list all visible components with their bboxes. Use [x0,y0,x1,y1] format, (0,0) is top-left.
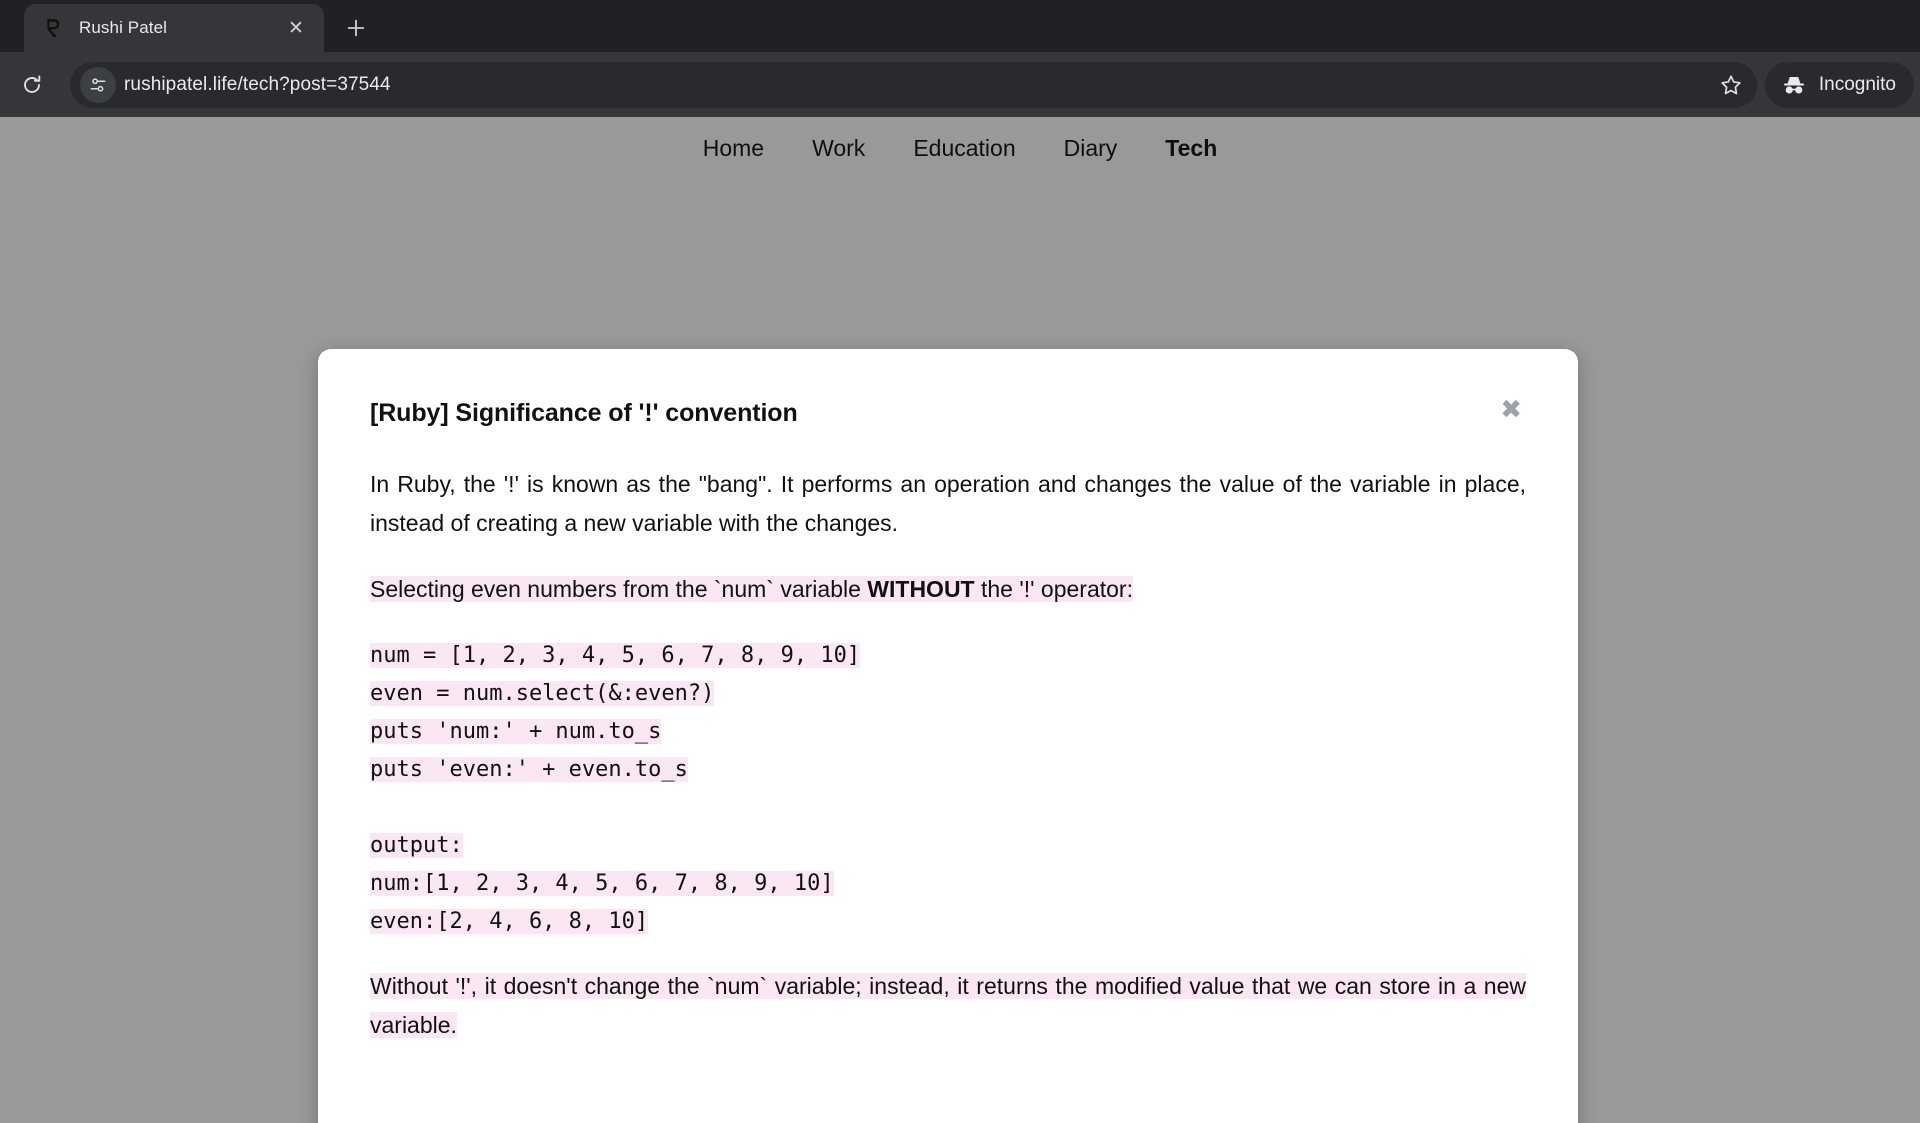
incognito-label: Incognito [1818,73,1896,95]
section-lead-tail: the '!' operator: [974,576,1133,603]
code-line: even = num.select(&:even?) [370,675,1526,713]
code-line-text: num = [1, 2, 3, 4, 5, 6, 7, 8, 9, 10] [370,642,861,668]
output-line-text: num:[1, 2, 3, 4, 5, 6, 7, 8, 9, 10] [370,871,834,897]
section-lead-emphasis: WITHOUT [867,576,975,603]
modal-header: [Ruby] Significance of '!' convention ✖ [370,391,1526,429]
code-spacer [370,789,1526,827]
url-text[interactable]: rushipatel.life/tech?post=37544 [124,74,1711,96]
intro-paragraph: In Ruby, the '!' is known as the "bang".… [370,471,1526,536]
output-line: even:[2, 4, 6, 8, 10] [370,903,1526,941]
code-block-without-bang: num = [1, 2, 3, 4, 5, 6, 7, 8, 9, 10] ev… [370,637,1526,941]
close-icon[interactable]: ✕ [282,14,310,42]
code-line-text: puts 'num:' + num.to_s [370,718,662,744]
output-line: num:[1, 2, 3, 4, 5, 6, 7, 8, 9, 10] [370,865,1526,903]
site-favicon-r [40,15,66,41]
closing-paragraph: Without '!', it doesn't change the `num`… [370,967,1526,1044]
address-bar[interactable]: rushipatel.life/tech?post=37544 [70,61,1757,108]
browser-chrome: Rushi Patel ✕ rushipatel.life/tech?post=… [0,0,1920,117]
post-title: [Ruby] Significance of '!' convention [370,399,798,427]
code-line-text: puts 'even:' + even.to_s [370,757,688,783]
closing-paragraph-text: Without '!', it doesn't change the `num`… [370,973,1526,1038]
page-viewport: Home Work Education Diary Tech [Ruby] Si… [0,117,1920,1123]
output-line-text: even:[2, 4, 6, 8, 10] [370,909,649,935]
browser-tab[interactable]: Rushi Patel ✕ [24,4,324,52]
browser-toolbar: rushipatel.life/tech?post=37544 Incognit… [0,52,1920,117]
section-lead-without: Selecting even numbers from the `num` va… [370,570,1526,609]
code-line-text: even = num.select(&:even?) [370,680,715,706]
output-line: output: [370,827,1526,865]
tab-strip: Rushi Patel ✕ [0,0,1920,52]
incognito-indicator[interactable]: Incognito [1764,61,1914,108]
post-modal: [Ruby] Significance of '!' convention ✖ … [318,349,1578,1123]
star-icon[interactable] [1711,65,1751,105]
post-body: In Ruby, the '!' is known as the "bang".… [370,439,1526,1045]
tab-title: Rushi Patel [79,18,168,37]
section-lead-text: Selecting even numbers from the `num` va… [370,576,868,603]
code-line: num = [1, 2, 3, 4, 5, 6, 7, 8, 9, 10] [370,637,1526,675]
close-icon[interactable]: ✖ [1484,391,1526,429]
reload-icon[interactable] [8,61,56,109]
incognito-hat-glasses-icon [1781,72,1807,98]
code-line: puts 'num:' + num.to_s [370,713,1526,751]
new-tab-button[interactable] [334,6,378,50]
code-line: puts 'even:' + even.to_s [370,751,1526,789]
site-settings-icon[interactable] [80,66,116,103]
output-line-text: output: [370,833,463,859]
